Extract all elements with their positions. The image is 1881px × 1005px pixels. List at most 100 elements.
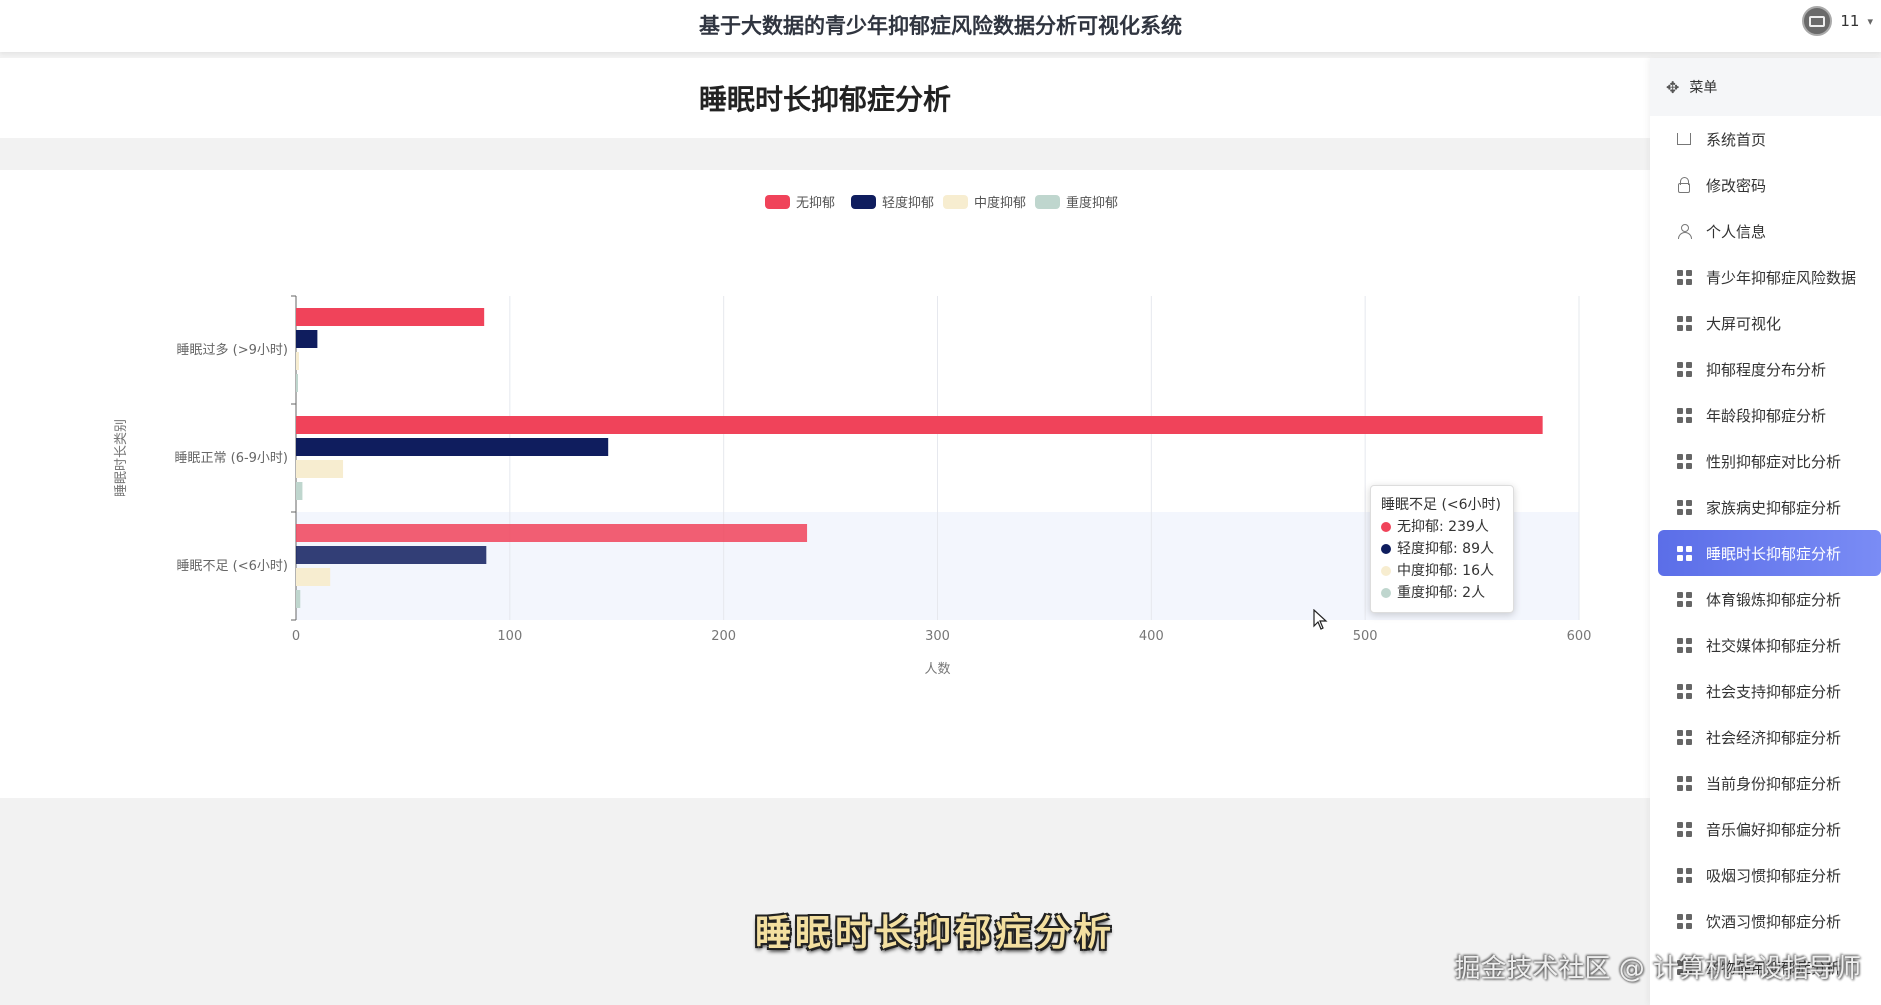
- sidebar-item-label: 抑郁程度分布分析: [1706, 360, 1827, 379]
- tooltip-row-text: 中度抑郁: 16人: [1397, 563, 1494, 579]
- sidebar-item-label: 音乐偏好抑郁症分析: [1706, 820, 1842, 839]
- legend-dot-icon: [1381, 588, 1391, 598]
- user-menu[interactable]: 11 ▾: [1802, 6, 1873, 36]
- tooltip-row: 重度抑郁: 2人: [1381, 582, 1503, 604]
- bar: [296, 590, 301, 608]
- bar: [296, 482, 303, 500]
- bar: [296, 524, 808, 542]
- sidebar-item[interactable]: 社交媒体抑郁症分析: [1650, 622, 1881, 668]
- y-tick-label: 睡眠过多 (>9小时): [177, 342, 288, 358]
- y-axis-label: 睡眠时长类别: [114, 419, 129, 497]
- chart-tooltip: 睡眠不足 (<6小时) 无抑郁: 239人 轻度抑郁: 89人 中度抑郁: 16…: [1370, 485, 1514, 613]
- bar: [296, 374, 298, 392]
- sidebar-item-label: 年龄段抑郁症分析: [1706, 406, 1827, 425]
- mouse-cursor-icon: [1313, 609, 1328, 630]
- x-tick-label: 200: [711, 629, 736, 644]
- sidebar-header[interactable]: ✥ 菜单: [1650, 58, 1881, 116]
- sidebar-item-label: 修改密码: [1706, 176, 1767, 195]
- grid-icon: [1676, 545, 1692, 561]
- grid-icon: [1676, 637, 1692, 653]
- x-tick-label: 500: [1353, 629, 1378, 644]
- bar: [296, 352, 299, 370]
- grid-icon: [1676, 269, 1692, 285]
- bar: [296, 546, 487, 564]
- sidebar-item[interactable]: 青少年抑郁症风险数据: [1650, 254, 1881, 300]
- legend-label: 重度抑郁: [1066, 195, 1118, 211]
- page-title-bar: 睡眠时长抑郁症分析: [0, 58, 1650, 138]
- grid-icon: [1676, 453, 1692, 469]
- sidebar-item[interactable]: 吸烟习惯抑郁症分析: [1650, 852, 1881, 898]
- sidebar-item[interactable]: 家族病史抑郁症分析: [1650, 484, 1881, 530]
- sidebar-item[interactable]: 年龄段抑郁症分析: [1650, 392, 1881, 438]
- bar: [296, 416, 1543, 434]
- sidebar-item-label: 当前身份抑郁症分析: [1706, 774, 1842, 793]
- legend-swatch: [943, 195, 968, 209]
- grid-icon: [1676, 499, 1692, 515]
- sidebar-item-label: 个人信息: [1706, 222, 1767, 241]
- menu-list: 系统首页修改密码个人信息青少年抑郁症风险数据 大屏可视化抑郁程度分布分析 年龄段抑郁…: [1650, 116, 1881, 990]
- x-tick-label: 400: [1139, 629, 1164, 644]
- tooltip-row-text: 重度抑郁: 2人: [1397, 585, 1486, 601]
- bar: [296, 460, 344, 478]
- sidebar-item[interactable]: 社会经济抑郁症分析: [1650, 714, 1881, 760]
- sidebar-item[interactable]: 体育锻炼抑郁症分析: [1650, 576, 1881, 622]
- grid-icon: [1676, 407, 1692, 423]
- sidebar-item-label: 吸烟习惯抑郁症分析: [1706, 866, 1842, 885]
- user-name: 11: [1840, 12, 1860, 30]
- x-axis-label: 人数: [924, 662, 950, 677]
- sidebar-item[interactable]: 抑郁程度分布分析: [1650, 346, 1881, 392]
- legend-dot-icon: [1381, 544, 1391, 554]
- legend-swatch: [765, 195, 790, 209]
- lock-icon: [1676, 176, 1692, 193]
- sidebar-item-label: 社会支持抑郁症分析: [1706, 682, 1842, 701]
- grid-icon: [1676, 821, 1692, 837]
- page-title: 睡眠时长抑郁症分析: [698, 83, 951, 116]
- chart-card: 0 100 200 300 400 500 600 睡眠不足 (<6小时) 睡眠正常 (6-9小…: [0, 170, 1650, 798]
- sidebar-item[interactable]: 个人信息: [1650, 208, 1881, 254]
- sidebar-item-label: 家族病史抑郁症分析: [1706, 498, 1842, 517]
- grid-icon: [1676, 683, 1692, 699]
- x-tick-label: 300: [925, 629, 950, 644]
- x-tick-label: 0: [292, 629, 300, 644]
- avatar[interactable]: [1802, 6, 1833, 36]
- grid-icon: [1676, 867, 1692, 883]
- sleep-depression-bar-chart: 0 100 200 300 400 500 600 睡眠不足 (<6小时) 睡眠正常 (6-9小…: [114, 195, 1591, 677]
- sidebar-item[interactable]: 性别抑郁症对比分析: [1650, 438, 1881, 484]
- legend-dot-icon: [1381, 522, 1391, 532]
- sidebar-item[interactable]: 大屏可视化: [1650, 300, 1881, 346]
- legend-label: 中度抑郁: [974, 195, 1026, 211]
- user-icon: [1676, 223, 1692, 239]
- sidebar-item-label: 系统首页: [1706, 130, 1767, 149]
- sidebar-item-label: 体育锻炼抑郁症分析: [1706, 590, 1842, 609]
- grid-icon: [1676, 315, 1692, 331]
- bar: [296, 308, 485, 326]
- sidebar-item[interactable]: 系统首页: [1650, 116, 1881, 162]
- watermark: 掘金技术社区 @ 计算机毕设指导师: [1454, 954, 1861, 984]
- y-tick-label: 睡眠不足 (<6小时): [177, 559, 288, 574]
- tooltip-row: 轻度抑郁: 89人: [1381, 538, 1503, 560]
- sidebar-item[interactable]: 当前身份抑郁症分析: [1650, 760, 1881, 806]
- sidebar-header-label: 菜单: [1689, 80, 1718, 96]
- grid-icon: [1676, 361, 1692, 377]
- tooltip-row: 中度抑郁: 16人: [1381, 560, 1503, 582]
- legend-swatch: [851, 195, 876, 209]
- grid-icon: [1676, 775, 1692, 791]
- sidebar-item[interactable]: 社会支持抑郁症分析: [1650, 668, 1881, 714]
- top-bar: 基于大数据的青少年抑郁症风险数据分析可视化系统 11 ▾: [0, 0, 1881, 52]
- tooltip-title: 睡眠不足 (<6小时): [1381, 497, 1502, 513]
- legend-dot-icon: [1381, 566, 1391, 576]
- bar: [296, 438, 609, 456]
- sidebar-item[interactable]: 音乐偏好抑郁症分析: [1650, 806, 1881, 852]
- sidebar-item[interactable]: 睡眠时长抑郁症分析: [1658, 530, 1881, 576]
- bar: [296, 330, 318, 348]
- home-icon: [1676, 131, 1692, 147]
- sidebar-item[interactable]: 修改密码: [1650, 162, 1881, 208]
- grid-icon: [1676, 591, 1692, 607]
- sidebar-item-label: 社交媒体抑郁症分析: [1706, 636, 1842, 655]
- tooltip-row-text: 轻度抑郁: 89人: [1397, 541, 1494, 557]
- y-tick-label: 睡眠正常 (6-9小时): [174, 451, 288, 466]
- grid-icon: [1676, 729, 1692, 745]
- chevron-down-icon[interactable]: ▾: [1867, 15, 1873, 28]
- move-icon: ✥: [1666, 77, 1680, 97]
- monitor-icon: [1809, 15, 1826, 27]
